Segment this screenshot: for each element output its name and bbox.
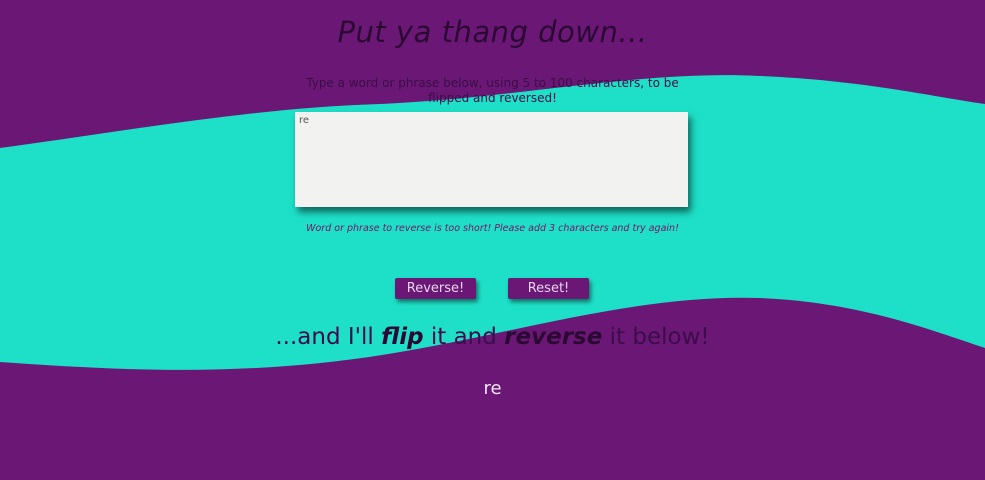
tagline-suffix: it below! <box>602 324 710 350</box>
result-tagline: ...and I'll flip it and reverse it below… <box>0 324 985 350</box>
page-title: Put ya thang down... <box>337 15 648 49</box>
reset-button[interactable]: Reset! <box>508 278 589 299</box>
instructions-text: Type a word or phrase below, using 5 to … <box>306 76 679 105</box>
tagline-flip: flip <box>381 324 424 350</box>
tagline-prefix: ...and I'll <box>275 324 382 350</box>
reverse-button[interactable]: Reverse! <box>395 278 476 299</box>
tagline-middle: it and <box>423 324 505 350</box>
page: Put ya thang down... Type a word or phra… <box>0 0 985 480</box>
phrase-input[interactable]: re <box>295 112 688 207</box>
reversed-output: re <box>483 378 502 399</box>
tagline-reverse: reverse <box>504 324 603 350</box>
error-message: Word or phrase to reverse is too short! … <box>306 223 679 234</box>
